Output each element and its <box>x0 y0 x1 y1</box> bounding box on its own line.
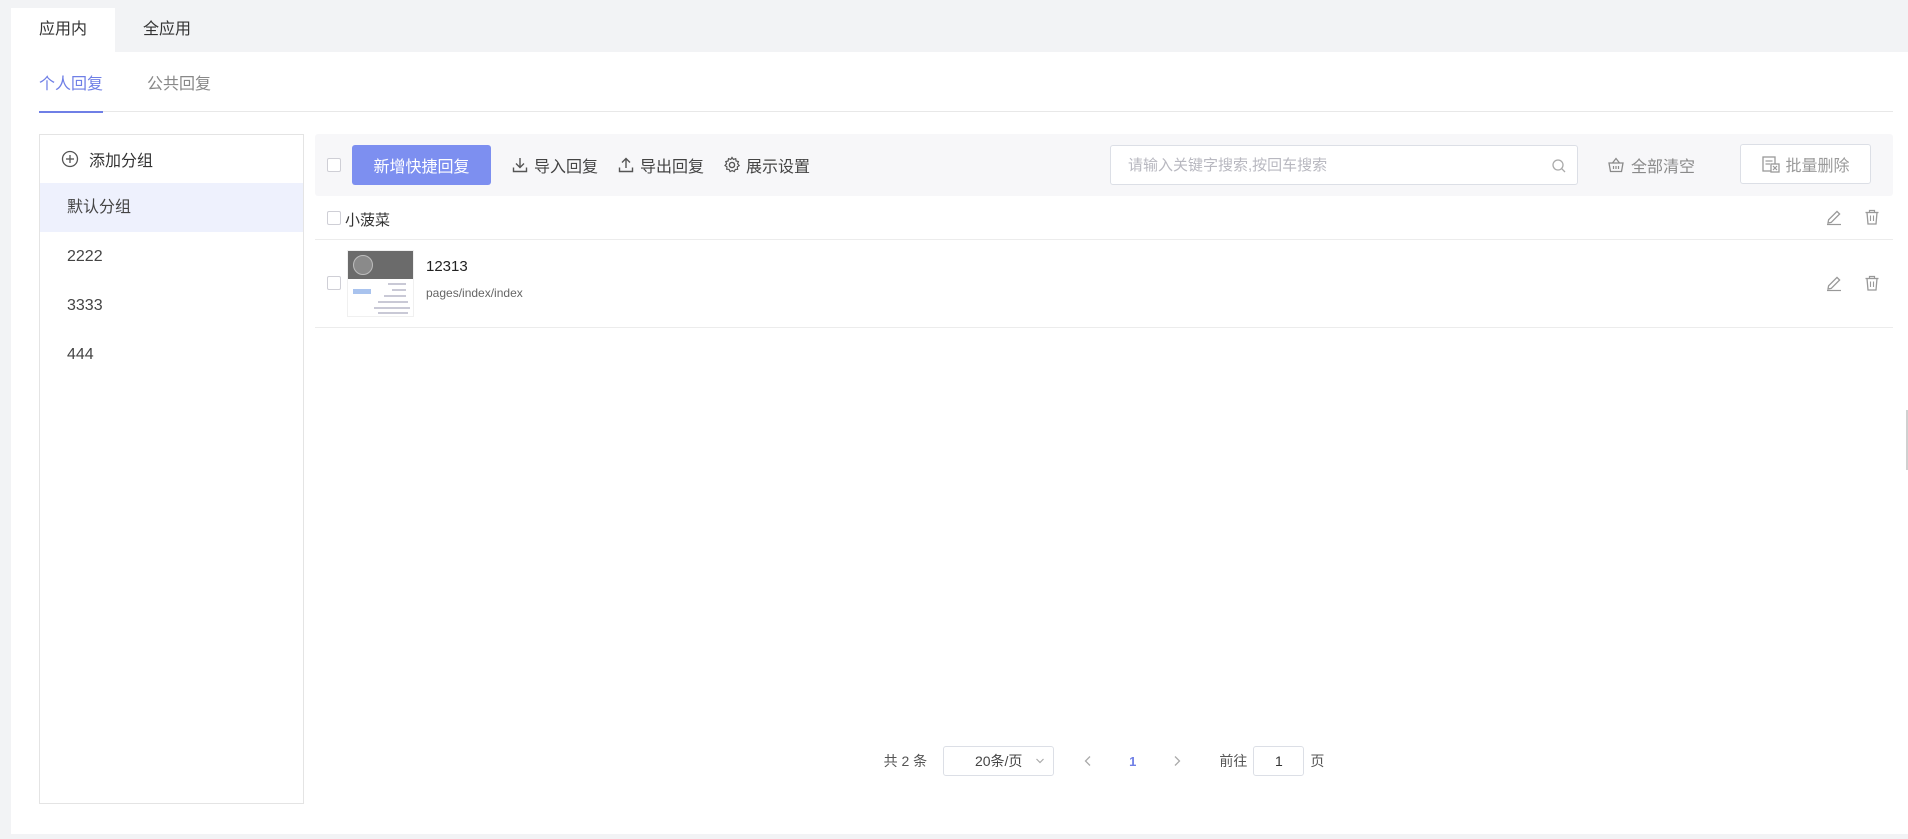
item-thumbnail <box>347 250 414 317</box>
group-panel: 添加分组 默认分组 2222 3333 444 <box>39 134 304 804</box>
trash-icon[interactable] <box>1863 274 1881 292</box>
group-row-actions <box>1825 208 1881 226</box>
chevron-down-icon <box>1036 758 1045 764</box>
total-count: 共 2 条 <box>883 753 928 769</box>
gear-icon <box>724 156 741 173</box>
export-reply-button[interactable]: 导出回复 <box>617 145 704 185</box>
search-icon[interactable] <box>1551 158 1567 174</box>
tab-in-app[interactable]: 应用内 <box>11 8 116 52</box>
prev-page-icon[interactable] <box>1082 755 1094 767</box>
group-row-checkbox[interactable] <box>327 211 341 225</box>
goto-prefix: 前往 <box>1219 753 1248 769</box>
add-group-label: 添加分组 <box>89 153 154 170</box>
display-settings-button[interactable]: 展示设置 <box>723 145 810 185</box>
tab-all-apps[interactable]: 全应用 <box>115 8 219 52</box>
tab-personal-replies[interactable]: 个人回复 <box>39 52 104 113</box>
page-number-current[interactable]: 1 <box>1129 754 1136 769</box>
pagination: 共 2 条 20条/页 1 前往 页 <box>315 746 1893 776</box>
group-item-2222[interactable]: 2222 <box>40 232 303 281</box>
item-row-actions <box>1825 274 1881 292</box>
link-icon <box>353 255 373 275</box>
plus-circle-icon <box>61 150 79 168</box>
search-box <box>1110 145 1578 185</box>
group-row-title: 小菠菜 <box>345 212 391 229</box>
group-item-3333[interactable]: 3333 <box>40 281 303 330</box>
next-page-icon[interactable] <box>1171 755 1183 767</box>
sub-tabs: 个人回复 公共回复 <box>39 52 1893 113</box>
group-item-default[interactable]: 默认分组 <box>40 183 303 232</box>
batch-delete-label: 批量删除 <box>1785 158 1850 175</box>
page-size-value: 20条/页 <box>974 753 1023 769</box>
edit-icon[interactable] <box>1825 274 1843 292</box>
goto-suffix: 页 <box>1310 753 1325 769</box>
export-reply-label: 导出回复 <box>640 159 705 176</box>
list-item[interactable]: 12313 pages/index/index <box>315 240 1893 328</box>
group-item-444[interactable]: 444 <box>40 330 303 379</box>
display-settings-label: 展示设置 <box>746 159 811 176</box>
page-size-select[interactable]: 20条/页 <box>943 746 1055 776</box>
item-row-checkbox[interactable] <box>327 276 341 290</box>
batch-delete-button[interactable]: 批量删除 <box>1740 144 1871 184</box>
select-all-checkbox[interactable] <box>327 158 341 172</box>
edit-icon[interactable] <box>1825 208 1843 226</box>
trash-icon[interactable] <box>1863 208 1881 226</box>
toolbar: 新增快捷回复 导入回复 导出回复 展示设置 请输入关键字搜索,按回车搜索 全部清… <box>315 134 1893 196</box>
top-tabs: 应用内 全应用 <box>11 8 219 52</box>
clear-all-label: 全部清空 <box>1631 159 1696 176</box>
import-reply-button[interactable]: 导入回复 <box>511 145 598 185</box>
tab-public-replies[interactable]: 公共回复 <box>147 52 211 112</box>
download-icon <box>512 158 528 173</box>
reply-content: 新增快捷回复 导入回复 导出回复 展示设置 请输入关键字搜索,按回车搜索 全部清… <box>315 134 1893 804</box>
item-path: pages/index/index <box>426 286 523 300</box>
upload-icon <box>618 157 634 173</box>
batch-delete-icon <box>1762 156 1781 173</box>
main-card: 个人回复 公共回复 添加分组 默认分组 2222 3333 444 新增快捷回复 <box>11 52 1908 834</box>
item-title: 12313 <box>426 258 468 275</box>
goto-page-input[interactable] <box>1253 746 1305 776</box>
search-input[interactable] <box>1111 146 1531 184</box>
list-group-row: 小菠菜 <box>315 196 1893 240</box>
goto-page: 前往 页 <box>1219 746 1324 776</box>
clear-all-button[interactable]: 全部清空 <box>1607 145 1695 185</box>
add-quick-reply-button[interactable]: 新增快捷回复 <box>352 145 491 185</box>
basket-icon <box>1608 157 1624 173</box>
add-group-button[interactable]: 添加分组 <box>40 135 303 183</box>
import-reply-label: 导入回复 <box>534 159 599 176</box>
